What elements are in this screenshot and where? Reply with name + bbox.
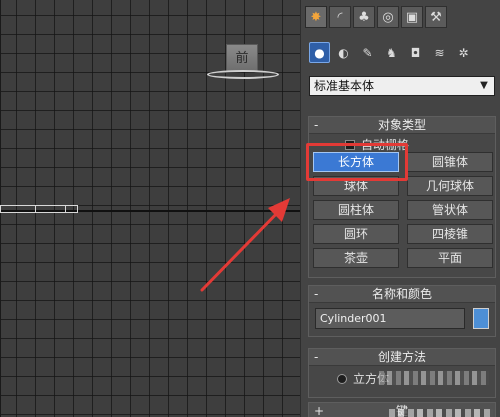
hierarchy-icon: ♣	[358, 9, 370, 25]
hierarchy-tab[interactable]: ♣	[353, 6, 375, 28]
viewcube-compass-ring[interactable]	[207, 70, 279, 79]
sun-star-icon: ✸	[310, 9, 322, 25]
teapot-button[interactable]: 茶壶	[313, 248, 399, 268]
creation-method-rollout: - 创建方法 立方体	[308, 348, 496, 398]
rollout-header[interactable]: - 名称和颜色	[309, 286, 495, 303]
lights-button[interactable]: ✎	[357, 42, 378, 63]
rollout-title: 创建方法	[377, 350, 426, 364]
utilities-tab[interactable]: ⚒	[425, 6, 447, 28]
blurred-option-strip	[379, 371, 489, 385]
geometry-category-dropdown[interactable]: 标准基本体 ▼	[309, 76, 495, 96]
systems-icon: ✲	[458, 45, 469, 60]
display-icon: ▣	[405, 9, 419, 25]
viewcube-face-label: 前	[235, 51, 249, 66]
helpers-button[interactable]: ◘	[405, 42, 426, 63]
wave-icon: ≋	[434, 45, 445, 60]
camera-icon: ♞	[386, 45, 397, 60]
create-category-buttons: ● ◐ ✎ ♞ ◘ ≋ ✲	[309, 42, 474, 63]
geosphere-button[interactable]: 几何球体	[407, 176, 493, 196]
motion-tab[interactable]: ◎	[377, 6, 399, 28]
create-tab[interactable]: ✸	[305, 6, 327, 28]
grid-ruler	[0, 205, 78, 213]
shapes-button[interactable]: ◐	[333, 42, 354, 63]
sphere-button[interactable]: 球体	[313, 176, 399, 196]
cone-button[interactable]: 圆锥体	[407, 152, 493, 172]
helper-icon: ◘	[410, 45, 421, 60]
shapes-icon: ◐	[338, 45, 349, 60]
front-viewport[interactable]: 前	[0, 0, 300, 417]
modify-tab[interactable]: ◜	[329, 6, 351, 28]
cube-radio[interactable]	[337, 373, 347, 384]
space-warps-button[interactable]: ≋	[429, 42, 450, 63]
cylinder-button[interactable]: 圆柱体	[313, 200, 399, 220]
rollout-header[interactable]: - 创建方法	[309, 349, 495, 366]
sphere-icon: ●	[314, 45, 325, 60]
command-panel: ✸ ◜ ♣ ◎ ▣ ⚒ ● ◐ ✎ ♞ ◘ ≋ ✲ 标准基本体 ▼ - 对象类型…	[300, 0, 500, 417]
autogrid-label: 自动栅格	[361, 138, 410, 152]
geometry-button[interactable]: ●	[309, 42, 330, 63]
pyramid-button[interactable]: 四棱锥	[407, 224, 493, 244]
torus-button[interactable]: 圆环	[313, 224, 399, 244]
motion-icon: ◎	[382, 9, 394, 25]
tube-button[interactable]: 管状体	[407, 200, 493, 220]
blurred-title-strip	[389, 409, 493, 417]
rollout-title: 对象类型	[377, 118, 426, 132]
autogrid-option[interactable]: 自动栅格	[345, 136, 409, 153]
autogrid-checkbox[interactable]	[345, 139, 355, 150]
collapse-icon[interactable]: -	[314, 349, 318, 365]
object-color-swatch[interactable]	[473, 308, 489, 329]
viewcube[interactable]: 前	[226, 44, 258, 72]
object-type-rollout: - 对象类型 自动栅格 长方体 圆锥体 球体 几何球体 圆柱体 管状体 圆环 四…	[306, 116, 496, 278]
collapse-icon[interactable]: -	[314, 286, 318, 302]
name-and-color-rollout: - 名称和颜色 Cylinder001	[308, 285, 496, 337]
object-name-field[interactable]: Cylinder001	[315, 308, 465, 329]
cameras-button[interactable]: ♞	[381, 42, 402, 63]
curve-icon: ◜	[337, 9, 343, 25]
collapse-icon[interactable]: -	[314, 117, 318, 133]
display-tab[interactable]: ▣	[401, 6, 423, 28]
object-type-buttons: 长方体 圆锥体 球体 几何球体 圆柱体 管状体 圆环 四棱锥 茶壶 平面	[306, 143, 493, 268]
plane-button[interactable]: 平面	[407, 248, 493, 268]
systems-button[interactable]: ✲	[453, 42, 474, 63]
rollout-header[interactable]: - 对象类型	[309, 117, 495, 134]
box-button[interactable]: 长方体	[313, 152, 399, 172]
chevron-down-icon[interactable]: ▼	[478, 77, 490, 95]
expand-icon[interactable]: +	[314, 403, 324, 417]
keyboard-entry-rollout: + 键	[308, 402, 496, 417]
light-icon: ✎	[362, 45, 373, 60]
dropdown-value: 标准基本体	[314, 79, 375, 93]
rollout-title: 名称和颜色	[371, 287, 432, 301]
hammer-icon: ⚒	[430, 9, 442, 25]
command-panel-tabs: ✸ ◜ ♣ ◎ ▣ ⚒	[305, 6, 447, 30]
